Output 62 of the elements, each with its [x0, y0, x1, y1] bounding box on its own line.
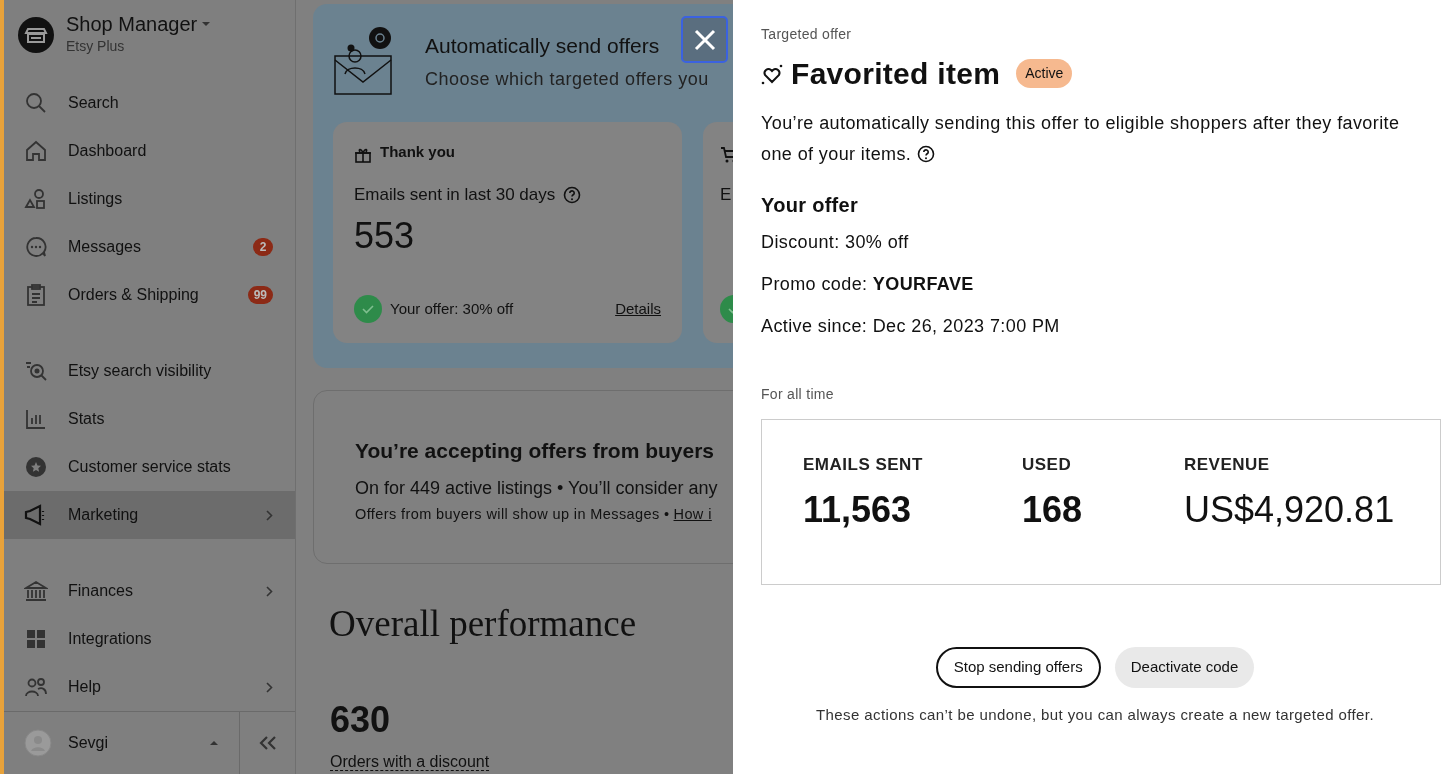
period-label: For all time [761, 385, 835, 404]
people-icon [24, 675, 48, 699]
offer-summary: Your offer: 30% off [390, 298, 515, 319]
search-list-icon [24, 359, 48, 383]
stat-value: 11,563 [803, 489, 913, 530]
dropdown-caret-icon[interactable] [201, 21, 212, 27]
bank-icon [24, 579, 48, 603]
shop-title[interactable]: Shop Manager [66, 12, 198, 36]
caret-up-icon[interactable] [209, 740, 219, 746]
count-badge: 2 [253, 238, 273, 256]
stop-sending-button[interactable]: Stop sending offers [935, 647, 1101, 688]
panel-title: Favorited item [791, 56, 1001, 92]
details-link[interactable]: Details [615, 297, 661, 321]
stat-label: EMAILS SENT [803, 454, 924, 476]
envelope-illustration-drawing [333, 26, 393, 96]
offer-description: You’re automatically sending this offer to eligible shoppers after they favorite one of your items. [761, 112, 1401, 166]
clipboard-icon [24, 283, 48, 307]
panel-eyebrow: Targeted offer [761, 25, 853, 44]
metric-value: 630 [330, 699, 392, 740]
buyer-offers-summary: On for 449 active listings • You’ll consider any [355, 476, 719, 500]
grid-icon [24, 627, 48, 651]
metric-value: 553 [354, 215, 416, 256]
buyer-offers-note: Offers from buyers will show up in Messages • [355, 504, 670, 524]
shapes-icon [24, 187, 48, 211]
user-name[interactable]: Sevgi [68, 731, 193, 755]
stat-label: USED [1022, 454, 1073, 476]
nav-item[interactable]: Marketing [4, 491, 295, 539]
search-icon [24, 91, 48, 115]
banner-subtitle: Choose which targeted offers you [425, 68, 709, 91]
house-icon [24, 139, 48, 163]
stat-label: REVENUE [1184, 454, 1271, 476]
check-circle-icon [354, 295, 382, 323]
metric-label: E [720, 184, 732, 206]
metric-label: Emails sent in last 30 days [354, 184, 556, 206]
star-badge-icon [24, 455, 48, 479]
banner-title: Automatically send offers [425, 33, 660, 59]
close-icon [692, 27, 717, 52]
stat-value: US$4,920.81 [1184, 489, 1396, 530]
offer-detail: Promo code: YOURFAVE [761, 273, 975, 296]
buyer-offers-title: You’re accepting offers from buyers [355, 438, 716, 464]
offer-detail: Active since: Dec 26, 2023 7:00 PM [761, 315, 1061, 338]
how-it-works-link[interactable]: How i [673, 503, 712, 526]
count-badge: 99 [247, 286, 273, 304]
offer-heading: Your offer [761, 193, 860, 218]
bar-chart-icon [24, 407, 48, 431]
gift-icon [354, 146, 372, 164]
close-button[interactable] [681, 16, 728, 63]
deactivate-button[interactable]: Deactivate code [1114, 647, 1255, 688]
status-badge: Active [1016, 59, 1073, 88]
help-icon[interactable] [916, 145, 935, 163]
shop-plan: Etsy Plus [66, 37, 126, 56]
shop-logo-icon [18, 16, 54, 53]
cart-icon [720, 146, 733, 164]
collapse-icon[interactable] [258, 736, 277, 750]
offer-detail: Discount: 30% off [761, 231, 910, 254]
actions-note: These actions can’t be undone, but you can always create a new targeted offer. [815, 705, 1375, 725]
metric-label[interactable]: Orders with a discount [330, 752, 490, 771]
chat-bubble-icon [24, 235, 48, 259]
section-heading: Overall performance [329, 602, 638, 646]
heart-sparkle-icon [761, 62, 783, 85]
card-title: Thank you [380, 141, 455, 162]
stat-value: 168 [1022, 489, 1084, 530]
